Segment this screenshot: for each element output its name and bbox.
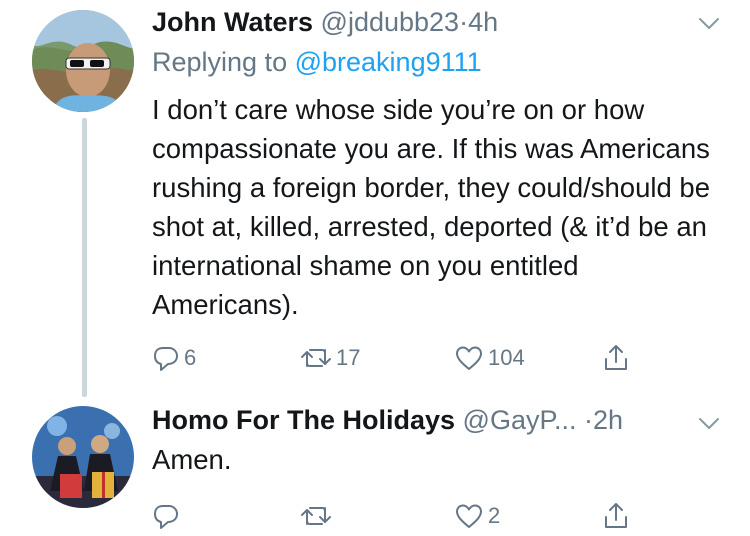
retweet-button[interactable]: 17 xyxy=(300,340,360,376)
mention-link[interactable]: @breaking9111 xyxy=(295,47,482,77)
reply-button[interactable]: 6 xyxy=(152,340,196,376)
display-name[interactable]: John Waters xyxy=(152,7,313,37)
tweet-header: Homo For The Holidays @GayP... ·2h xyxy=(152,404,623,436)
chevron-down-icon[interactable] xyxy=(696,10,722,36)
separator-dot: · xyxy=(584,405,594,435)
retweet-button[interactable] xyxy=(300,498,336,534)
like-icon xyxy=(456,346,482,370)
retweet-icon xyxy=(301,507,331,525)
avatar[interactable] xyxy=(32,406,134,508)
reply-icon xyxy=(154,347,178,371)
reply-icon xyxy=(154,505,178,529)
timestamp[interactable]: 4h xyxy=(468,7,498,37)
thread-connector-line xyxy=(82,118,87,397)
tweet-text: Amen. xyxy=(152,444,232,475)
user-handle[interactable]: @GayP... xyxy=(463,405,577,435)
like-count: 104 xyxy=(488,345,525,370)
reply-count: 6 xyxy=(184,345,197,370)
separator-dot: · xyxy=(459,7,469,37)
avatar-photo xyxy=(32,406,134,508)
retweet-count: 17 xyxy=(336,345,361,370)
avatar-photo xyxy=(32,10,134,112)
reply-button[interactable] xyxy=(152,498,184,534)
like-count: 2 xyxy=(488,503,501,528)
avatar[interactable] xyxy=(32,10,134,112)
tweet-header: John Waters @jddubb23·4h xyxy=(152,6,498,38)
replying-to: Replying to @breaking9111 xyxy=(152,46,482,78)
replying-to-label: Replying to xyxy=(152,47,288,77)
tweet-actions: 2 xyxy=(152,498,692,534)
like-button[interactable]: 2 xyxy=(454,498,500,534)
share-icon xyxy=(605,345,627,370)
share-button[interactable] xyxy=(602,340,630,376)
like-icon xyxy=(456,504,482,528)
user-handle[interactable]: @jddubb23 xyxy=(321,7,460,37)
tweet-actions: 6 17 104 xyxy=(152,340,692,376)
display-name[interactable]: Homo For The Holidays xyxy=(152,405,455,435)
chevron-down-icon[interactable] xyxy=(696,410,722,436)
timestamp[interactable]: 2h xyxy=(593,405,623,435)
share-icon xyxy=(605,503,627,528)
retweet-icon xyxy=(301,349,331,367)
share-button[interactable] xyxy=(602,498,630,534)
like-button[interactable]: 104 xyxy=(454,340,525,376)
tweet-text: I don’t care whose side you’re on or how… xyxy=(152,94,711,320)
